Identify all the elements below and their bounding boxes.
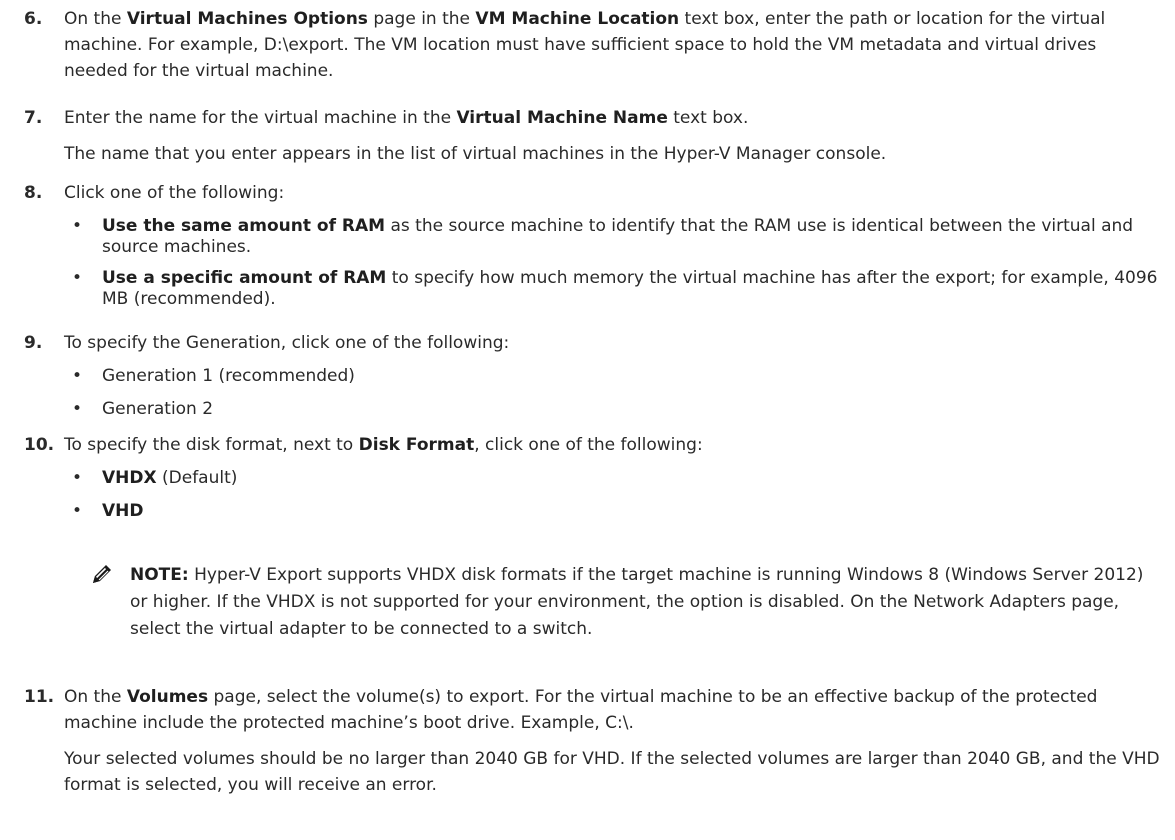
list-item: • VHDX (Default) <box>72 468 238 488</box>
note-label: NOTE: <box>130 565 189 585</box>
ui-term: Disk Format <box>358 435 475 455</box>
bullet: • <box>72 268 83 288</box>
bullet: • <box>72 399 83 419</box>
step-text: Enter the name for the virtual machine i… <box>64 108 749 128</box>
step-text: On the Volumes page, select the volume(s… <box>64 687 1098 733</box>
bullet: • <box>72 468 83 488</box>
step-number: 6. <box>24 9 43 29</box>
step-10: 10. To specify the disk format, next to … <box>24 432 1165 534</box>
option-list: • VHDX (Default) • VHD <box>64 468 1165 522</box>
step-8: 8. Click one of the following: • Use the … <box>24 180 1165 320</box>
step-6: 6. On the Virtual Machines Options page … <box>24 6 1165 84</box>
step-detail: Your selected volumes should be no large… <box>64 749 1160 795</box>
step-7: 7. Enter the name for the virtual machin… <box>24 105 1165 167</box>
list-item: • Generation 2 <box>72 399 214 419</box>
ui-term: Virtual Machine Name <box>456 108 668 128</box>
option-list: • Use the same amount of RAM as the sourc… <box>64 216 1165 310</box>
step-9: 9. To specify the Generation, click one … <box>24 330 1165 432</box>
step-number: 10. <box>24 435 55 455</box>
bullet: • <box>72 501 83 521</box>
note-text: NOTE: Hyper-V Export supports VHDX disk … <box>130 565 1144 639</box>
bullet: • <box>72 216 83 236</box>
list-item: • Generation 1 (recommended) <box>72 366 355 386</box>
bullet: • <box>72 366 83 386</box>
step-detail: The name that you enter appears in the l… <box>64 144 887 164</box>
step-text: To specify the Generation, click one of … <box>64 333 510 353</box>
step-text: To specify the disk format, next to Disk… <box>64 435 703 455</box>
step-number: 7. <box>24 108 43 128</box>
list-item: • Use the same amount of RAM as the sourc… <box>72 216 1134 257</box>
step-text: Click one of the following: <box>64 183 285 203</box>
note-callout: NOTE: Hyper-V Export supports VHDX disk … <box>90 562 1160 643</box>
step-number: 9. <box>24 333 43 353</box>
step-11: 11. On the Volumes page, select the volu… <box>24 684 1165 798</box>
ui-term: VM Machine Location <box>475 9 680 29</box>
list-item: • VHD <box>72 501 144 521</box>
list-item: • Use a specific amount of RAM to specify… <box>72 268 1158 309</box>
document-page: 6. On the Virtual Machines Options page … <box>0 0 1175 840</box>
pencil-icon <box>93 565 111 583</box>
step-text: On the Virtual Machines Options page in … <box>64 9 1106 81</box>
option-list: • Generation 1 (recommended) • Generation … <box>64 366 1165 420</box>
step-number: 8. <box>24 183 43 203</box>
step-number: 11. <box>24 687 55 707</box>
ui-term: Virtual Machines Options <box>126 9 368 29</box>
ui-term: Volumes <box>126 687 209 707</box>
